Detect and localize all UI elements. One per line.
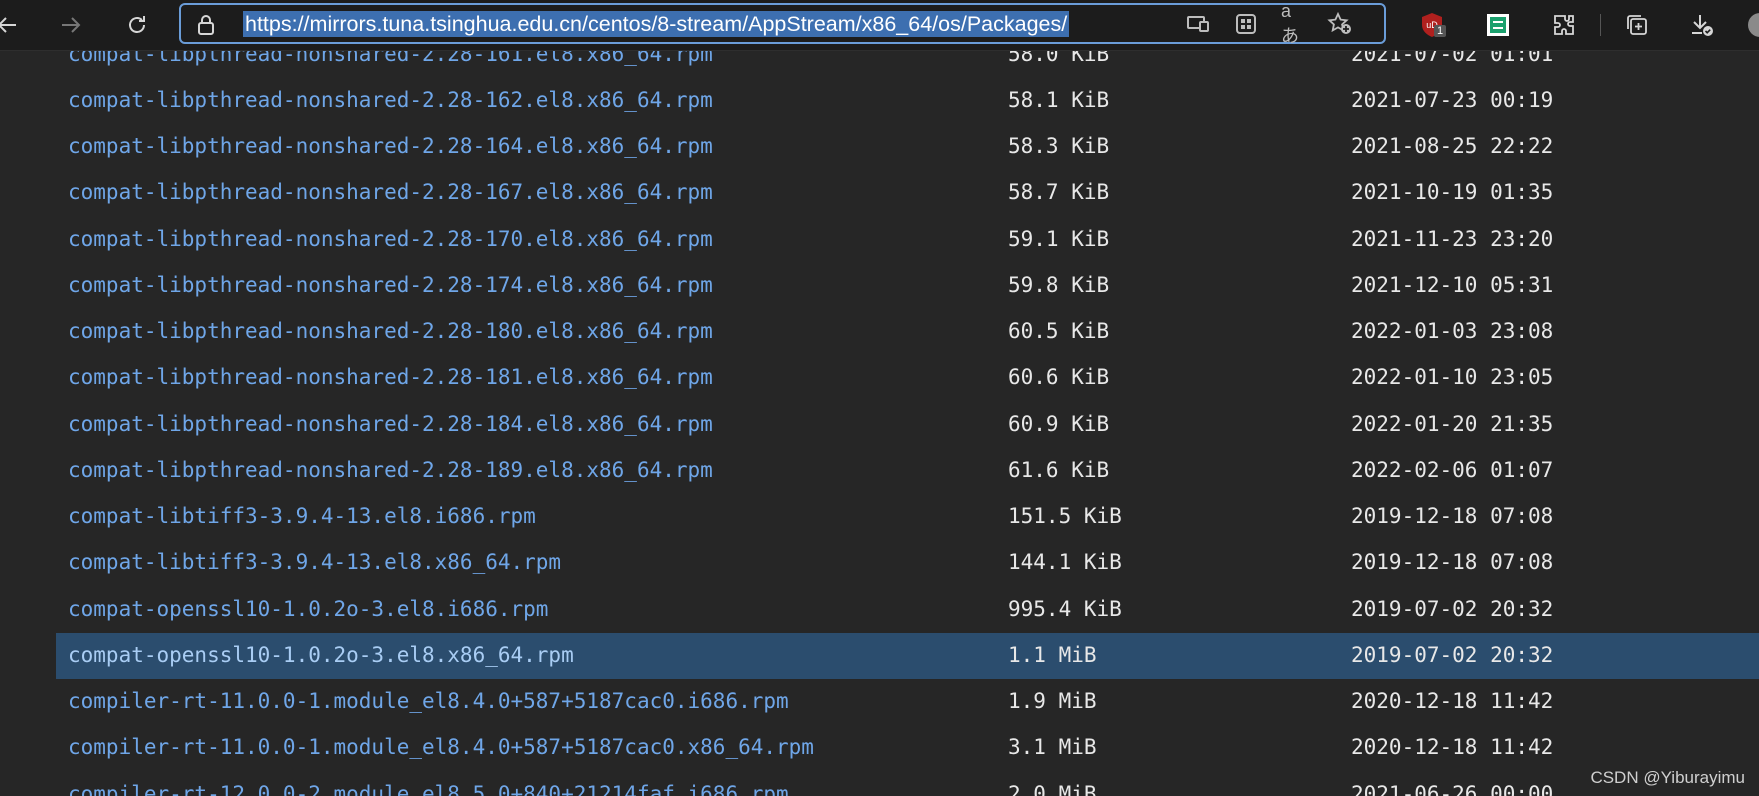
file-date: 2019-12-18 07:08 — [1351, 504, 1554, 528]
file-size: 151.5 KiB — [1008, 504, 1122, 528]
file-size: 995.4 KiB — [1008, 597, 1122, 621]
file-link[interactable]: compat-libpthread-nonshared-2.28-181.el8… — [68, 365, 713, 389]
file-date: 2019-12-18 07:08 — [1351, 550, 1554, 574]
file-date: 2022-01-20 21:35 — [1351, 412, 1554, 436]
ublock-extension[interactable]: uD 1 — [1416, 9, 1448, 41]
back-button[interactable] — [0, 6, 26, 44]
table-row: compat-libpthread-nonshared-2.28-181.el8… — [56, 355, 1759, 401]
file-link[interactable]: compat-libpthread-nonshared-2.28-189.el8… — [68, 458, 713, 482]
translate-icon[interactable]: aあ — [1281, 1, 1307, 46]
apps-icon[interactable] — [1233, 13, 1259, 35]
table-row: compat-libpthread-nonshared-2.28-162.el8… — [56, 78, 1759, 124]
toolbar-divider — [1600, 14, 1601, 36]
collections-button[interactable] — [1621, 9, 1653, 41]
file-date: 2021-06-26 00:00 — [1351, 782, 1554, 796]
extension-green[interactable] — [1482, 9, 1514, 41]
file-listing: compat-libpthread-nonshared-2.28-161.el8… — [0, 51, 1759, 796]
forward-icon — [62, 17, 81, 33]
avatar[interactable] — [1748, 13, 1759, 37]
file-link[interactable]: compat-libpthread-nonshared-2.28-161.el8… — [68, 51, 713, 66]
file-size: 1.9 MiB — [1008, 689, 1097, 713]
file-link[interactable]: compat-libpthread-nonshared-2.28-174.el8… — [68, 273, 713, 297]
url-text[interactable]: https://mirrors.tuna.tsinghua.edu.cn/cen… — [243, 11, 1070, 37]
file-date: 2022-01-10 23:05 — [1351, 365, 1554, 389]
file-size: 60.6 KiB — [1008, 365, 1110, 389]
file-size: 59.8 KiB — [1008, 273, 1110, 297]
table-row: compat-openssl10-1.0.2o-3.el8.i686.rpm 9… — [56, 587, 1759, 633]
file-size: 61.6 KiB — [1008, 458, 1110, 482]
file-size: 1.1 MiB — [1008, 643, 1097, 667]
file-link[interactable]: compat-libtiff3-3.9.4-13.el8.x86_64.rpm — [68, 550, 561, 574]
file-link[interactable]: compat-openssl10-1.0.2o-3.el8.i686.rpm — [68, 597, 548, 621]
extension-green-icon — [1487, 14, 1509, 36]
file-link[interactable]: compat-libpthread-nonshared-2.28-184.el8… — [68, 412, 713, 436]
refresh-button[interactable] — [118, 6, 156, 44]
table-row: compiler-rt-11.0.0-1.module_el8.4.0+587+… — [56, 679, 1759, 725]
file-link[interactable]: compat-libpthread-nonshared-2.28-164.el8… — [68, 134, 713, 158]
file-size: 58.0 KiB — [1008, 51, 1110, 66]
table-row: compiler-rt-11.0.0-1.module_el8.4.0+587+… — [56, 725, 1759, 771]
table-row: compat-libpthread-nonshared-2.28-164.el8… — [56, 124, 1759, 170]
file-link[interactable]: compat-libpthread-nonshared-2.28-180.el8… — [68, 319, 713, 343]
table-row-highlighted: compat-openssl10-1.0.2o-3.el8.x86_64.rpm… — [56, 633, 1759, 679]
cast-icon[interactable] — [1185, 13, 1211, 35]
table-row: compat-libpthread-nonshared-2.28-161.el8… — [56, 51, 1759, 78]
table-row: compat-libpthread-nonshared-2.28-184.el8… — [56, 402, 1759, 448]
file-date: 2021-08-25 22:22 — [1351, 134, 1554, 158]
file-date: 2021-10-19 01:35 — [1351, 180, 1554, 204]
file-size: 58.7 KiB — [1008, 180, 1110, 204]
file-date: 2019-07-02 20:32 — [1351, 597, 1554, 621]
file-link[interactable]: compat-libpthread-nonshared-2.28-167.el8… — [68, 180, 713, 204]
extensions-button[interactable] — [1548, 9, 1580, 41]
table-row: compat-libpthread-nonshared-2.28-189.el8… — [56, 448, 1759, 494]
file-size: 59.1 KiB — [1008, 227, 1110, 251]
table-row: compiler-rt-12.0.0-2.module_el8.5.0+840+… — [56, 772, 1759, 796]
refresh-icon — [129, 16, 145, 33]
table-row: compat-libtiff3-3.9.4-13.el8.x86_64.rpm … — [56, 540, 1759, 586]
watermark: CSDN @Yiburayimu — [1590, 768, 1745, 787]
address-bar[interactable]: https://mirrors.tuna.tsinghua.edu.cn/cen… — [179, 1, 1386, 46]
file-link[interactable]: compat-libpthread-nonshared-2.28-170.el8… — [68, 227, 713, 251]
table-row: compat-libpthread-nonshared-2.28-180.el8… — [56, 309, 1759, 355]
downloads-icon — [1692, 15, 1713, 36]
file-link[interactable]: compiler-rt-11.0.0-1.module_el8.4.0+587+… — [68, 689, 789, 713]
file-link[interactable]: compiler-rt-11.0.0-1.module_el8.4.0+587+… — [68, 735, 814, 759]
file-link[interactable]: compat-libpthread-nonshared-2.28-162.el8… — [68, 88, 713, 112]
file-size: 58.1 KiB — [1008, 88, 1110, 112]
extension-badge: 1 — [1434, 25, 1447, 37]
file-link[interactable]: compiler-rt-12.0.0-2.module_el8.5.0+840+… — [68, 782, 789, 796]
collections-icon — [1627, 15, 1647, 35]
file-size: 2.0 MiB — [1008, 782, 1097, 796]
file-date: 2020-12-18 11:42 — [1351, 735, 1554, 759]
file-date: 2021-11-23 23:20 — [1351, 227, 1554, 251]
table-row: compat-libpthread-nonshared-2.28-174.el8… — [56, 263, 1759, 309]
file-size: 60.5 KiB — [1008, 319, 1110, 343]
table-row: compat-libpthread-nonshared-2.28-167.el8… — [56, 170, 1759, 216]
file-size: 144.1 KiB — [1008, 550, 1122, 574]
file-size: 3.1 MiB — [1008, 735, 1097, 759]
file-date: 2021-12-10 05:31 — [1351, 273, 1554, 297]
table-row: compat-libpthread-nonshared-2.28-170.el8… — [56, 217, 1759, 263]
add-favorite-icon[interactable] — [1327, 12, 1353, 35]
back-icon — [0, 17, 16, 33]
file-link[interactable]: compat-openssl10-1.0.2o-3.el8.x86_64.rpm — [68, 643, 574, 667]
file-date: 2022-01-03 23:08 — [1351, 319, 1554, 343]
file-size: 58.3 KiB — [1008, 134, 1110, 158]
file-link[interactable]: compat-libtiff3-3.9.4-13.el8.i686.rpm — [68, 504, 536, 528]
browser-toolbar: https://mirrors.tuna.tsinghua.edu.cn/cen… — [0, 0, 1759, 51]
file-date: 2022-02-06 01:07 — [1351, 458, 1554, 482]
forward-button[interactable] — [52, 6, 90, 44]
lock-icon — [197, 14, 215, 41]
extensions-puzzle-icon — [1554, 15, 1574, 35]
file-date: 2019-07-02 20:32 — [1351, 643, 1554, 667]
file-date: 2020-12-18 11:42 — [1351, 689, 1554, 713]
table-row: compat-libtiff3-3.9.4-13.el8.i686.rpm 15… — [56, 494, 1759, 540]
downloads-button[interactable] — [1686, 9, 1718, 41]
file-size: 60.9 KiB — [1008, 412, 1110, 436]
file-date: 2021-07-23 00:19 — [1351, 88, 1554, 112]
file-date: 2021-07-02 01:01 — [1351, 51, 1554, 66]
